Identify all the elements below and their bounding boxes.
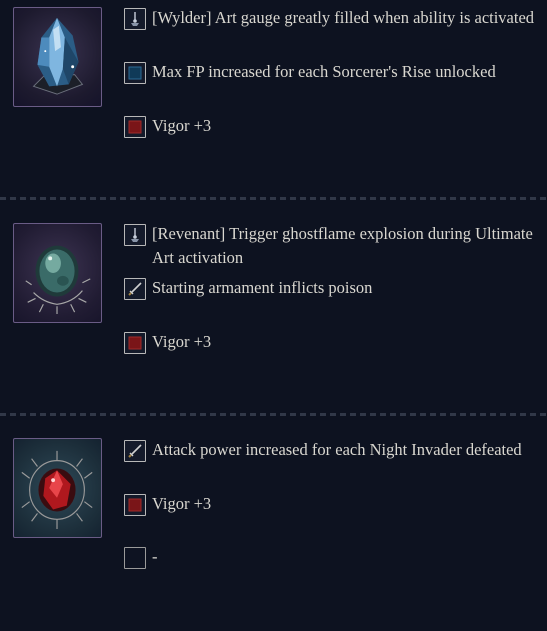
empty-slot-icon: [124, 547, 146, 569]
effect-text: [Revenant] Trigger ghostflame explosion …: [152, 224, 533, 267]
sword-icon: [124, 278, 146, 300]
effect-text: Vigor +3: [152, 332, 212, 351]
relic-entry-1[interactable]: [Wylder] Art gauge greatly filled when a…: [0, 0, 547, 200]
effect-text: Vigor +3: [152, 494, 212, 513]
green-orb-relic-icon: [13, 223, 102, 323]
relic-entry-2[interactable]: [Revenant] Trigger ghostflame explosion …: [0, 216, 547, 416]
section-divider: [0, 197, 547, 200]
effect-text: Starting armament inflicts poison: [152, 278, 373, 297]
character-skill-icon: [124, 8, 146, 30]
section-divider: [0, 413, 547, 416]
red-square-icon: [124, 116, 146, 138]
blue-crystal-relic-icon: [13, 7, 102, 107]
effect-text: -: [152, 547, 158, 566]
effect-text: Attack power increased for each Night In…: [152, 440, 522, 459]
sword-icon: [124, 440, 146, 462]
effect-text: Vigor +3: [152, 116, 212, 135]
red-gem-relic-icon: [13, 438, 102, 538]
effect-text: [Wylder] Art gauge greatly filled when a…: [152, 8, 535, 27]
effect-text: Max FP increased for each Sorcerer's Ris…: [152, 62, 496, 81]
red-square-icon: [124, 332, 146, 354]
red-square-icon: [124, 494, 146, 516]
blue-square-icon: [124, 62, 146, 84]
character-skill-icon: [124, 224, 146, 246]
relic-entry-3[interactable]: Attack power increased for each Night In…: [0, 431, 547, 631]
